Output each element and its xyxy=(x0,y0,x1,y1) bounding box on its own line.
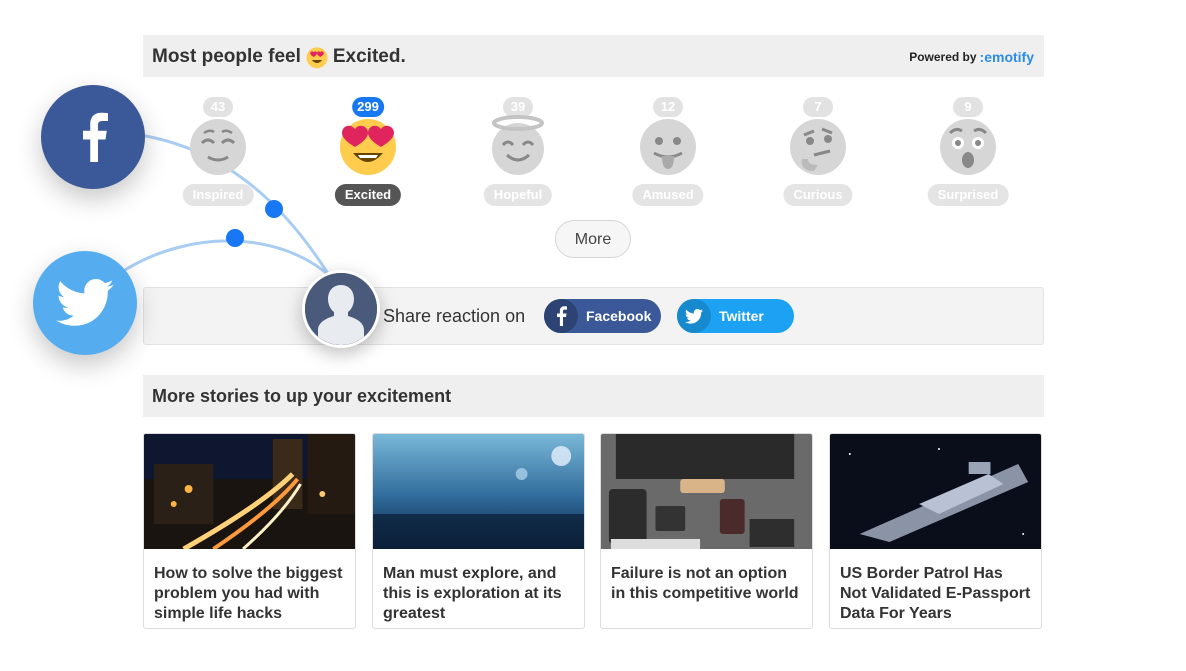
summary-prefix: Most people feel xyxy=(152,46,301,67)
facebook-icon xyxy=(544,299,578,333)
powered-by-label: Powered by :emotify xyxy=(909,49,1034,65)
relieved-face-icon xyxy=(190,119,246,175)
story-card[interactable]: US Border Patrol Has Not Validated E-Pas… xyxy=(829,433,1042,629)
stories-title: More stories to up your excitement xyxy=(152,386,452,406)
halo-face-icon xyxy=(492,115,544,175)
user-silhouette-icon xyxy=(305,273,377,345)
twitter-connector-dot xyxy=(226,229,244,247)
twitter-share-label: Twitter xyxy=(719,308,764,324)
facebook-share-button[interactable]: Facebook xyxy=(544,299,661,333)
story-card[interactable]: Man must explore, and this is exploratio… xyxy=(372,433,585,629)
reaction-label: Amused xyxy=(632,184,704,206)
reaction-hopeful[interactable]: 39 Hopeful xyxy=(468,97,568,212)
reaction-label: Inspired xyxy=(182,184,254,206)
twitter-icon xyxy=(677,299,711,333)
story-thumbnail-star-destroyer xyxy=(830,434,1041,549)
twitter-connector-line xyxy=(124,239,334,280)
emotify-logo[interactable]: :emotify xyxy=(980,49,1034,65)
story-title: Failure is not an option in this competi… xyxy=(611,565,799,602)
twitter-share-button[interactable]: Twitter xyxy=(677,299,794,333)
reaction-label: Hopeful xyxy=(483,184,553,206)
story-thumbnail-night-city xyxy=(144,434,355,552)
reaction-label: Curious xyxy=(783,184,853,206)
facebook-share-label: Facebook xyxy=(586,308,652,324)
reaction-label: Excited xyxy=(334,184,402,206)
reaction-surprised[interactable]: 9 Surprised xyxy=(918,97,1018,212)
user-avatar xyxy=(302,270,380,348)
twitter-circle-icon xyxy=(33,251,137,355)
thinking-face-icon xyxy=(790,119,846,175)
story-card[interactable]: Failure is not an option in this competi… xyxy=(600,433,813,629)
more-reactions-button[interactable]: More xyxy=(555,220,631,258)
story-title: US Border Patrol Has Not Validated E-Pas… xyxy=(840,565,1031,622)
share-reaction-label: Share reaction on xyxy=(383,306,526,326)
story-card[interactable]: How to solve the biggest problem you had… xyxy=(143,433,356,629)
story-thumbnail-desk-workspace xyxy=(601,434,812,549)
powered-by-text: Powered by xyxy=(909,50,977,64)
heart-eyes-face-icon xyxy=(306,47,328,69)
story-title: Man must explore, and this is exploratio… xyxy=(383,565,562,622)
reaction-curious[interactable]: 7 Curious xyxy=(768,97,868,212)
reaction-summary-title: Most people feel Excited. xyxy=(152,45,406,69)
facebook-circle-icon xyxy=(41,85,145,189)
reaction-inspired[interactable]: 43 Inspired xyxy=(168,97,268,212)
story-thumbnail-blue-bokeh xyxy=(373,434,584,549)
reaction-amused[interactable]: 12 Amused xyxy=(618,97,718,212)
heart-eyes-face-icon xyxy=(340,119,396,175)
tongue-face-icon xyxy=(640,119,696,175)
story-title: How to solve the biggest problem you had… xyxy=(154,565,343,622)
reaction-label: Surprised xyxy=(927,184,1009,206)
reaction-excited[interactable]: 299 Excited xyxy=(318,97,418,212)
surprised-face-icon xyxy=(940,119,996,175)
summary-emotion: Excited. xyxy=(332,46,406,67)
